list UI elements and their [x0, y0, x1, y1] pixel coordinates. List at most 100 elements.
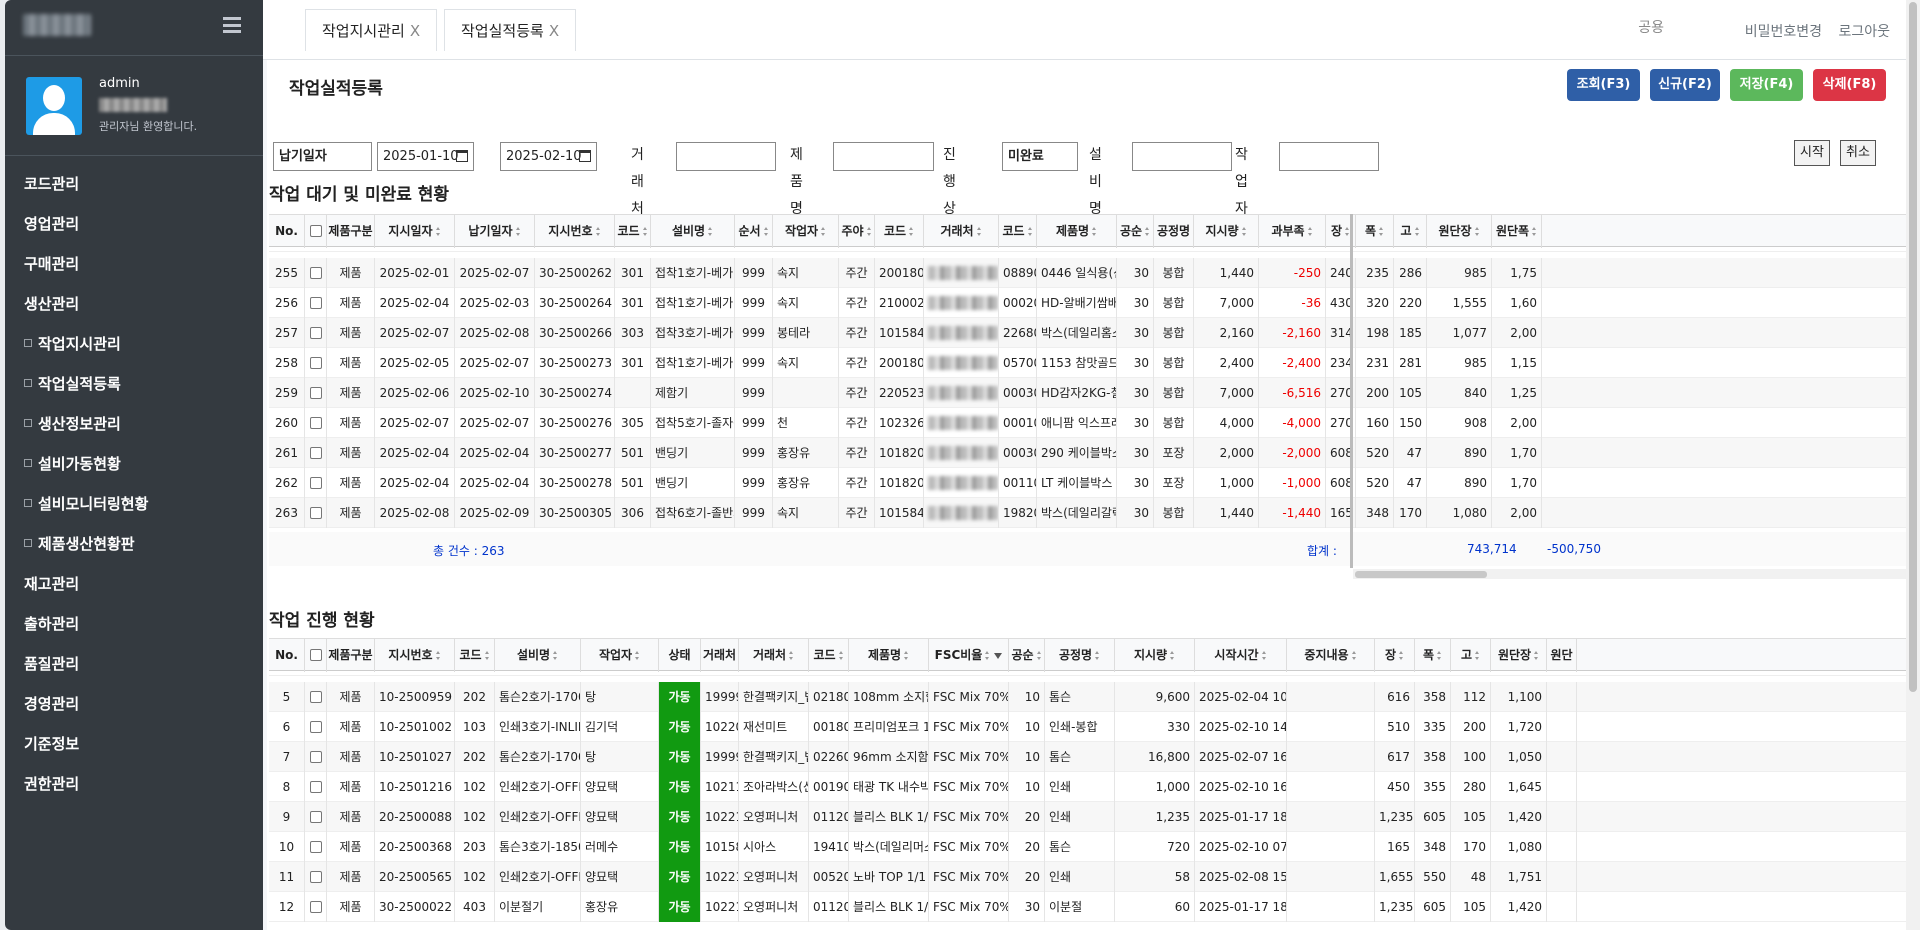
- sidebar-item-9[interactable]: 제품생산현황판: [5, 524, 263, 564]
- sort-icon[interactable]: [976, 227, 982, 236]
- pending-col-header[interactable]: 거래처: [924, 215, 999, 248]
- cancel-button[interactable]: 취소: [1840, 140, 1876, 166]
- sidebar-item-0[interactable]: 코드관리: [5, 164, 263, 204]
- row-checkbox[interactable]: [309, 357, 322, 369]
- tab-close-icon[interactable]: X: [410, 22, 420, 40]
- pending-table-row[interactable]: 260 제품 2025-02-07 2025-02-07 30-2500276 305 접착…: [269, 408, 1909, 438]
- sort-icon[interactable]: [1379, 227, 1385, 236]
- progress-cell[interactable]: [305, 682, 327, 712]
- pending-cell[interactable]: [305, 318, 327, 348]
- pending-col-header[interactable]: 과부족: [1259, 215, 1326, 248]
- row-checkbox[interactable]: [309, 721, 322, 733]
- sort-icon[interactable]: [435, 651, 441, 660]
- row-checkbox[interactable]: [309, 841, 322, 853]
- row-checkbox[interactable]: [309, 781, 322, 793]
- row-checkbox[interactable]: [309, 751, 322, 763]
- sort-icon[interactable]: [1095, 651, 1101, 660]
- pending-col-header[interactable]: 지시번호: [535, 215, 615, 248]
- save-button[interactable]: 저장(F4): [1730, 69, 1803, 101]
- pending-col-header[interactable]: No.: [269, 215, 305, 248]
- vertical-scrollbar[interactable]: [1906, 0, 1920, 930]
- sort-icon[interactable]: [484, 651, 490, 660]
- sort-icon[interactable]: [1399, 651, 1405, 660]
- progress-col-header[interactable]: 공순: [1009, 639, 1045, 672]
- progress-cell[interactable]: [305, 772, 327, 802]
- tab-work-order[interactable]: 작업지시관리 X: [305, 9, 438, 51]
- sidebar-item-13[interactable]: 경영관리: [5, 684, 263, 724]
- pending-cell[interactable]: [305, 468, 327, 498]
- pending-cell[interactable]: [305, 348, 327, 378]
- pending-col-header[interactable]: 고: [1394, 215, 1427, 248]
- sidebar-item-10[interactable]: 재고관리: [5, 564, 263, 604]
- product-input[interactable]: [833, 142, 934, 171]
- progress-table-row[interactable]: 6 제품 10-2501002 103 인쇄3호기-INLIN 김기덕 가동 102203 재선…: [269, 712, 1909, 742]
- row-checkbox[interactable]: [309, 507, 322, 519]
- sort-icon[interactable]: [1474, 227, 1480, 236]
- pending-col-header[interactable]: 원단장: [1427, 215, 1492, 248]
- pending-cell[interactable]: [305, 438, 327, 468]
- sort-icon[interactable]: [1092, 227, 1098, 236]
- calendar-icon[interactable]: [579, 150, 591, 162]
- progress-col-header[interactable]: 장: [1375, 639, 1415, 672]
- pending-table-row[interactable]: 258 제품 2025-02-05 2025-02-07 30-2500273 301 접착…: [269, 348, 1909, 378]
- progress-col-header[interactable]: 폭: [1415, 639, 1451, 672]
- sidebar-item-3[interactable]: 생산관리: [5, 284, 263, 324]
- progress-cell[interactable]: [305, 802, 327, 832]
- progress-col-header[interactable]: FSC비율: [929, 639, 1009, 672]
- row-checkbox[interactable]: [309, 811, 322, 823]
- progress-table-row[interactable]: 5 제품 10-2500959 202 톰슨2호기-1700 탕 가동 199999 한결팩키지…: [269, 682, 1909, 712]
- pending-table-row[interactable]: 255 제품 2025-02-01 2025-02-07 30-2500262 301 접착…: [269, 258, 1909, 288]
- progress-table-row[interactable]: 10 제품 20-2500368 203 톰슨3호기-1850 러메수 가동 101584 시아…: [269, 832, 1909, 862]
- row-checkbox[interactable]: [309, 691, 322, 703]
- progress-col-header[interactable]: 제품구분: [327, 639, 375, 672]
- sort-icon[interactable]: [1027, 227, 1033, 236]
- start-button[interactable]: 시작: [1794, 140, 1830, 166]
- progress-col-header[interactable]: 상태: [659, 639, 701, 672]
- sort-icon[interactable]: [1475, 651, 1481, 660]
- progress-table-row[interactable]: 9 제품 20-2500088 102 인쇄2호기-OFFL 양묘택 가동 102215 오영퍼…: [269, 802, 1909, 832]
- tab-work-result[interactable]: 작업실적등록 X: [444, 9, 577, 51]
- pending-col-header[interactable]: 지시일자: [375, 215, 455, 248]
- sidebar-item-12[interactable]: 품질관리: [5, 644, 263, 684]
- sort-icon[interactable]: [1036, 651, 1042, 660]
- progress-col-header[interactable]: 제품명: [849, 639, 929, 672]
- worker-input[interactable]: [1279, 142, 1379, 171]
- progress-cell[interactable]: [305, 862, 327, 892]
- row-checkbox[interactable]: [309, 267, 322, 279]
- sort-icon[interactable]: [1307, 227, 1313, 236]
- progress-cell[interactable]: [305, 832, 327, 862]
- sort-icon[interactable]: [763, 227, 769, 236]
- sort-icon[interactable]: [708, 227, 714, 236]
- row-checkbox[interactable]: [309, 901, 322, 913]
- sort-icon[interactable]: [985, 651, 991, 660]
- sort-icon[interactable]: [909, 227, 915, 236]
- date-type-select[interactable]: 납기일자: [273, 142, 372, 171]
- customer-input[interactable]: [676, 142, 776, 171]
- row-checkbox[interactable]: [309, 417, 322, 429]
- sort-icon[interactable]: [1532, 227, 1538, 236]
- horizontal-scrollbar[interactable]: [1353, 569, 1909, 579]
- pending-col-header[interactable]: 공순: [1117, 215, 1154, 248]
- pending-col-header[interactable]: 제품구분: [327, 215, 375, 248]
- pending-table-row[interactable]: 257 제품 2025-02-07 2025-02-08 30-2500266 303 접착…: [269, 318, 1909, 348]
- sort-icon[interactable]: [595, 227, 601, 236]
- filter-icon[interactable]: [994, 653, 1003, 659]
- progress-cell[interactable]: [305, 892, 327, 922]
- pending-col-header[interactable]: 지시량: [1194, 215, 1259, 248]
- tab-close-icon[interactable]: X: [549, 22, 559, 40]
- sidebar-item-2[interactable]: 구매관리: [5, 244, 263, 284]
- progress-col-header[interactable]: 거래처: [739, 639, 809, 672]
- sidebar-item-8[interactable]: 설비모니터링현황: [5, 484, 263, 524]
- sidebar-item-1[interactable]: 영업관리: [5, 204, 263, 244]
- progress-col-header[interactable]: 원단: [1547, 639, 1577, 672]
- pending-col-header[interactable]: 원단폭: [1492, 215, 1542, 248]
- sort-icon[interactable]: [515, 227, 521, 236]
- change-password-link[interactable]: 비밀번호변경: [1745, 24, 1822, 40]
- progress-col-header[interactable]: 코드: [455, 639, 495, 672]
- pending-cell[interactable]: [305, 378, 327, 408]
- progress-col-header[interactable]: 지시량: [1115, 639, 1195, 672]
- pending-col-header[interactable]: 폭: [1356, 215, 1394, 248]
- sort-icon[interactable]: [1170, 651, 1176, 660]
- progress-cell[interactable]: [305, 742, 327, 772]
- pending-col-header[interactable]: [305, 215, 327, 248]
